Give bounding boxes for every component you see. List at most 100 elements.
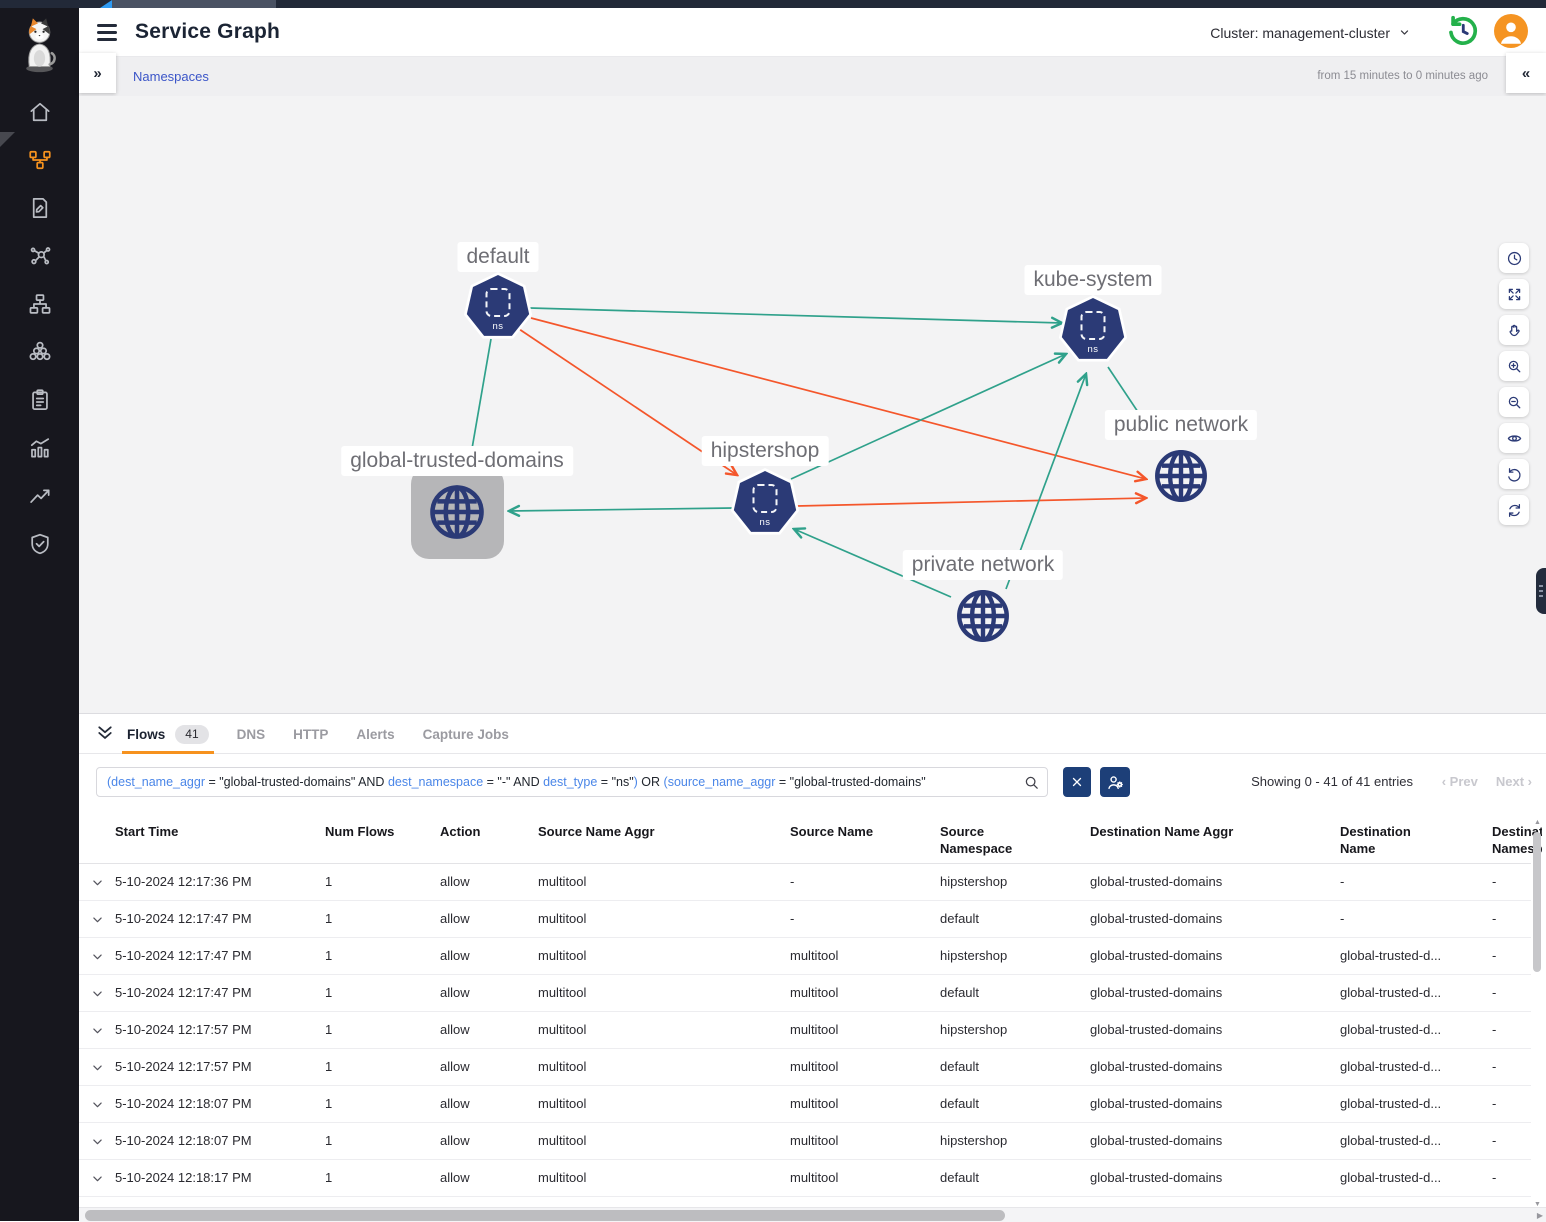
graph-node-private-network[interactable] [952, 585, 1014, 647]
visibility-icon [1506, 430, 1523, 447]
row-expand-chevron[interactable] [91, 1061, 104, 1074]
sidebar-item-compliance[interactable] [0, 376, 79, 424]
cell-destination-name-aggr: global-trusted-domains [1090, 1123, 1330, 1159]
table-horizontal-scrollbar[interactable]: ▶ [79, 1207, 1546, 1222]
sidebar-item-endpoints[interactable] [0, 232, 79, 280]
zoom-out-button[interactable] [1499, 387, 1529, 417]
column-header-start-time[interactable]: Start Time [115, 824, 305, 860]
cell-destination-name-aggr: global-trusted-domains [1090, 1086, 1330, 1122]
tab-http[interactable]: HTTP [293, 714, 328, 754]
zoom-in-button[interactable] [1499, 351, 1529, 381]
column-header-action[interactable]: Action [440, 824, 525, 860]
time-icon [1506, 250, 1523, 267]
row-expand-chevron[interactable] [91, 1135, 104, 1148]
row-expand-chevron[interactable] [91, 1098, 104, 1111]
namespace-glyph [486, 288, 511, 317]
flow-table-row[interactable]: 5-10-2024 12:17:57 PM1allowmultitoolmult… [79, 1049, 1531, 1086]
sidebar-item-clusters[interactable] [0, 328, 79, 376]
history-button[interactable] [1446, 14, 1480, 48]
flow-table-row[interactable]: 5-10-2024 12:18:07 PM1allowmultitoolmult… [79, 1086, 1531, 1123]
cell-source-name: multitool [790, 938, 930, 974]
next-page-button[interactable]: Next › [1496, 767, 1532, 797]
scroll-right-arrow[interactable]: ▶ [1537, 1211, 1543, 1220]
horizontal-scroll-thumb[interactable] [85, 1210, 1005, 1221]
sidebar-item-trends[interactable] [0, 472, 79, 520]
column-header-source-namespace[interactable]: Source Namespace [940, 824, 1030, 860]
namespace-glyph [753, 484, 778, 513]
user-menu-button[interactable] [1494, 14, 1528, 48]
visibility-button[interactable] [1499, 423, 1529, 453]
sidebar-item-network[interactable] [0, 280, 79, 328]
refresh-button[interactable] [1499, 495, 1529, 525]
cluster-selector-label: Cluster: management-cluster [1210, 25, 1390, 41]
filter-settings-button[interactable] [1100, 767, 1130, 797]
undo-button[interactable] [1499, 459, 1529, 489]
graph-node-default[interactable]: ns [463, 272, 533, 342]
row-expand-chevron[interactable] [91, 1024, 104, 1037]
vertical-scroll-thumb[interactable] [1533, 832, 1541, 972]
cell-action: allow [440, 975, 525, 1011]
cell-source-name: multitool [790, 1123, 930, 1159]
pan-button[interactable] [1499, 315, 1529, 345]
page-title: Service Graph [135, 8, 280, 56]
home-icon [27, 99, 53, 125]
history-icon [1446, 14, 1480, 48]
scroll-up-arrow[interactable]: ▲ [1531, 818, 1544, 828]
top-header: Service Graph Cluster: management-cluste… [79, 8, 1546, 57]
fit-button[interactable] [1499, 279, 1529, 309]
cell-source-name-aggr: multitool [538, 938, 778, 974]
graph-node-global-trusted-domains[interactable] [411, 466, 504, 559]
flow-table-row[interactable]: 5-10-2024 12:17:47 PM1allowmultitool-def… [79, 901, 1531, 938]
flow-table-row[interactable]: 5-10-2024 12:17:57 PM1allowmultitoolmult… [79, 1012, 1531, 1049]
menu-toggle-button[interactable] [97, 24, 119, 41]
graph-node-hipstershop[interactable]: ns [730, 468, 800, 538]
time-button[interactable] [1499, 243, 1529, 273]
flow-table-row[interactable]: 5-10-2024 12:17:47 PM1allowmultitoolmult… [79, 975, 1531, 1012]
cluster-selector[interactable]: Cluster: management-cluster [1210, 8, 1410, 57]
tab-alerts[interactable]: Alerts [356, 714, 394, 754]
sidebar [0, 8, 79, 1221]
row-expand-chevron[interactable] [91, 913, 104, 926]
flow-table-row[interactable]: 5-10-2024 12:17:36 PM1allowmultitool-hip… [79, 864, 1531, 901]
cell-num-flows: 1 [325, 938, 420, 974]
breadcrumb-namespaces-link[interactable]: Namespaces [133, 57, 209, 96]
node-type-badge: ns [733, 517, 797, 528]
cell-num-flows: 1 [325, 901, 420, 937]
tab-capture-jobs[interactable]: Capture Jobs [423, 714, 509, 754]
sidebar-item-policies[interactable] [0, 184, 79, 232]
sidebar-item-security[interactable] [0, 520, 79, 568]
flow-table-row[interactable]: 5-10-2024 12:18:07 PM1allowmultitoolmult… [79, 1123, 1531, 1160]
row-expand-chevron[interactable] [91, 876, 104, 889]
tab-flows[interactable]: Flows41 [127, 714, 209, 754]
column-header-destination-name[interactable]: Destination Name [1340, 824, 1440, 860]
sidebar-nav [0, 88, 79, 568]
right-drawer-handle[interactable] [1536, 568, 1546, 614]
tab-dns[interactable]: DNS [237, 714, 266, 754]
graph-node-public-network[interactable] [1150, 445, 1212, 507]
graph-node-kube-system[interactable]: ns [1058, 295, 1128, 365]
table-vertical-scrollbar[interactable]: ▲ ▼ [1531, 818, 1544, 1210]
flow-filter-input[interactable]: (dest_name_aggr = "global-trusted-domain… [96, 767, 1048, 797]
collapse-panel-button[interactable] [94, 724, 116, 744]
sidebar-item-home[interactable] [0, 88, 79, 136]
flow-table-row[interactable]: 5-10-2024 12:18:17 PM1allowmultitoolmult… [79, 1160, 1531, 1197]
cell-action: allow [440, 1123, 525, 1159]
cell-num-flows: 1 [325, 1012, 420, 1048]
clear-filter-button[interactable] [1063, 767, 1091, 797]
row-expand-chevron[interactable] [91, 950, 104, 963]
row-expand-chevron[interactable] [91, 1172, 104, 1185]
prev-page-button[interactable]: ‹ Prev [1442, 767, 1478, 797]
column-header-num-flows[interactable]: Num Flows [325, 824, 420, 860]
column-header-destination-name-aggr[interactable]: Destination Name Aggr [1090, 824, 1325, 860]
cell-source-name-aggr: multitool [538, 1049, 778, 1085]
row-expand-chevron[interactable] [91, 987, 104, 1000]
panel-collapse-button[interactable]: « [1506, 53, 1546, 93]
service-graph-canvas[interactable]: nsnsns defaultkube-systemglobal-trusted-… [79, 96, 1546, 713]
breadcrumb-expand-button[interactable]: » [79, 53, 116, 93]
column-header-source-name[interactable]: Source Name [790, 824, 925, 860]
sidebar-active-notch [0, 132, 15, 147]
flow-table-row[interactable]: 5-10-2024 12:17:47 PM1allowmultitoolmult… [79, 938, 1531, 975]
namespace-glyph [1081, 311, 1106, 340]
sidebar-item-activity[interactable] [0, 424, 79, 472]
column-header-source-name-aggr[interactable]: Source Name Aggr [538, 824, 773, 860]
